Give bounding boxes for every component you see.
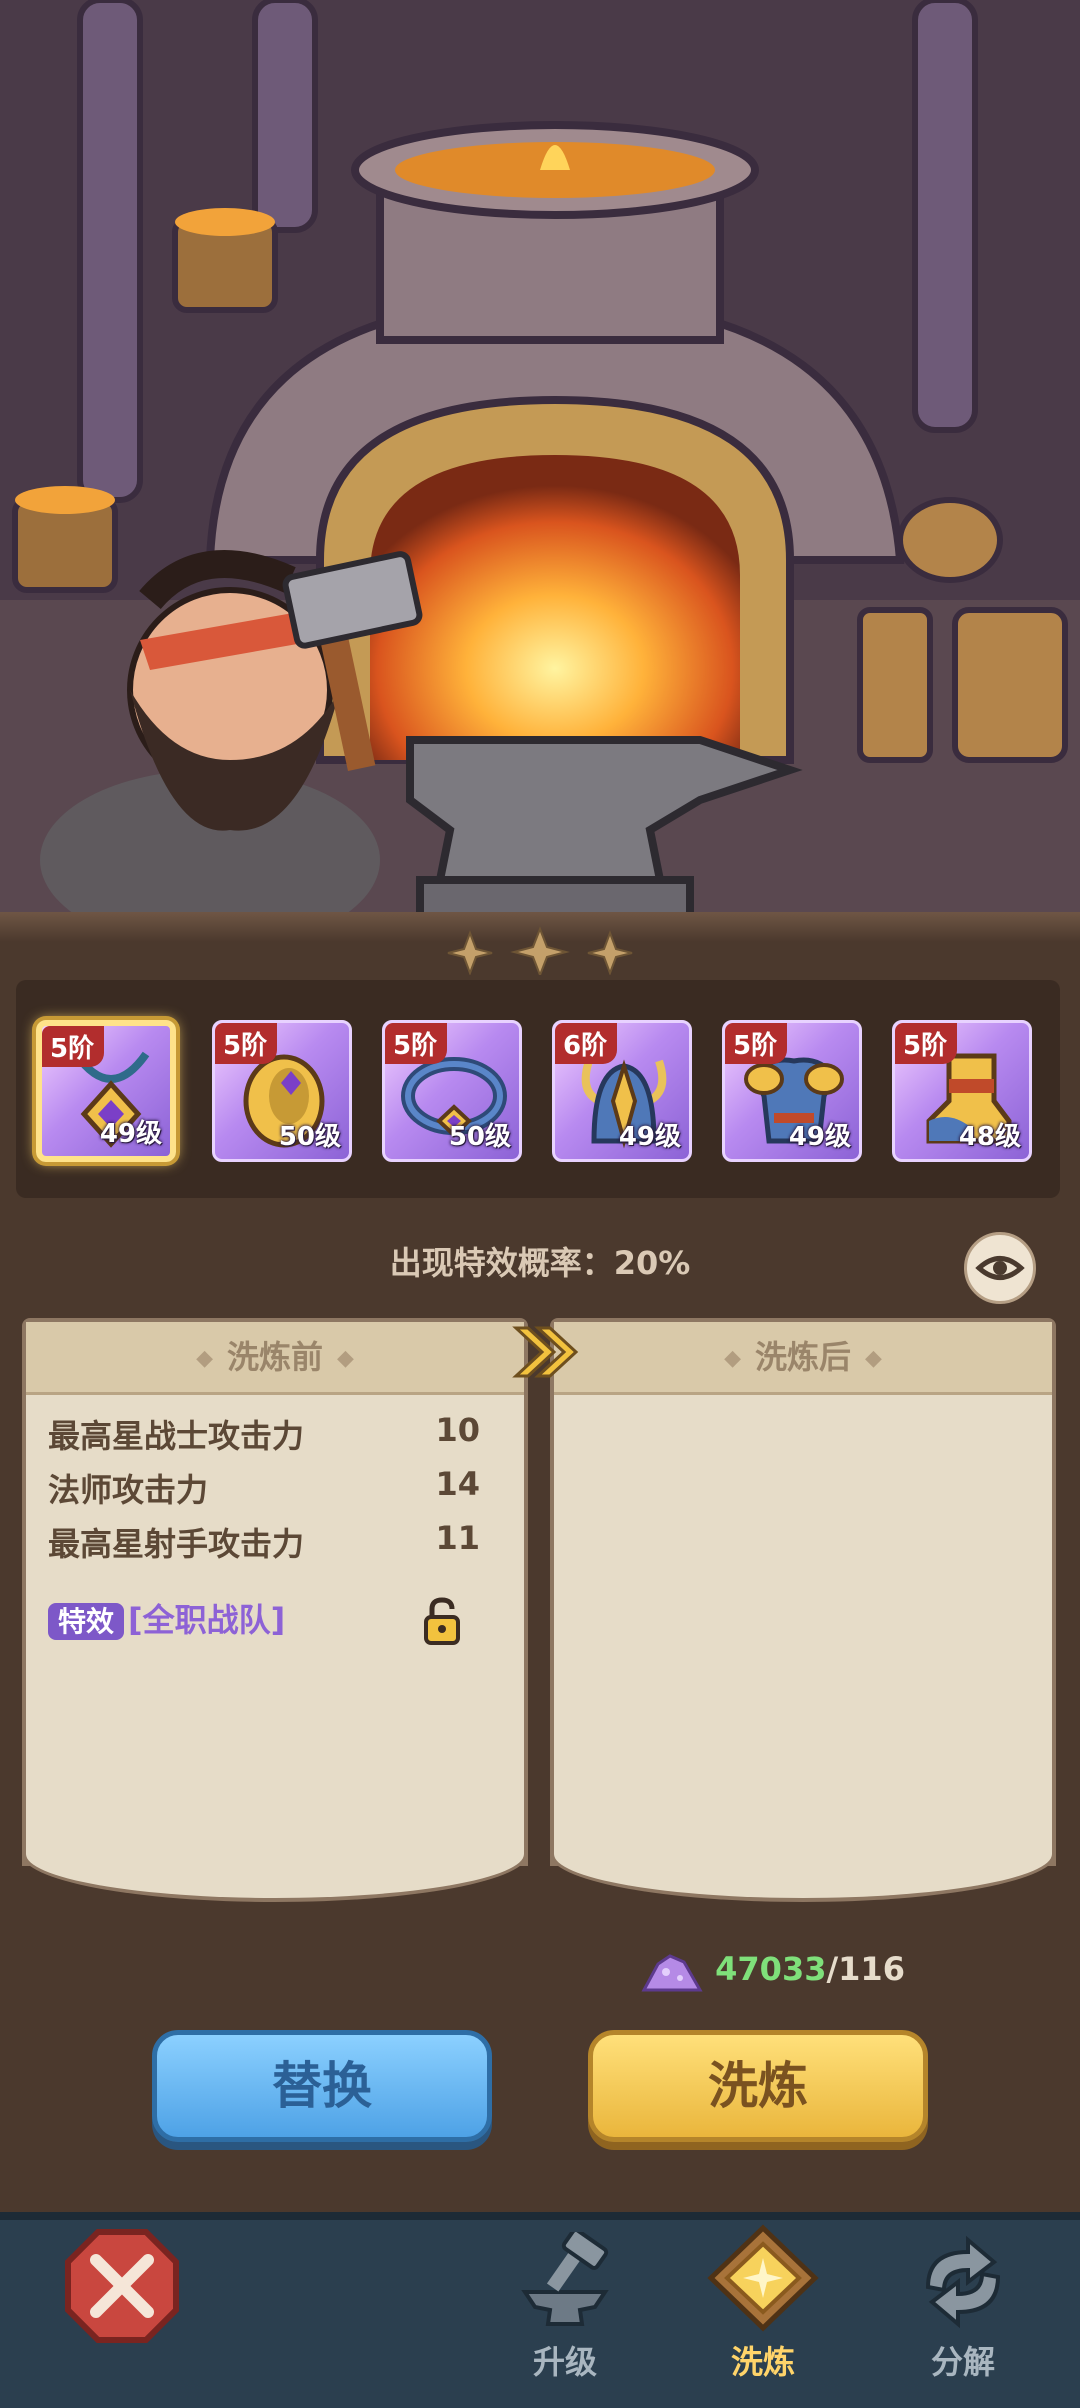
nav-tab-refine[interactable]: 洗炼 (688, 2220, 838, 2395)
tier-badge: 6阶 (555, 1023, 618, 1064)
equipment-slot-armor[interactable]: 5阶 49级 (722, 1020, 862, 1162)
replace-button[interactable]: 替换 (152, 2030, 492, 2142)
stat-row: 最高星战士攻击力 10 (26, 1411, 524, 1465)
eye-icon (975, 1256, 1025, 1280)
special-effect-row: 特效 [全职战队] (26, 1595, 524, 1645)
nav-label-upgrade: 升级 (532, 2343, 597, 2381)
nav-label-refine: 洗炼 (730, 2343, 795, 2381)
tier-badge: 5阶 (215, 1023, 278, 1064)
before-card: ◆ 洗炼前 ◆ 最高星战士攻击力 10 法师攻击力 14 最高星射手攻击力 11 特… (22, 1318, 528, 1902)
level-label: 49级 (788, 1122, 851, 1152)
tier-badge: 5阶 (42, 1026, 105, 1067)
after-card-header: ◆ 洗炼后 ◆ (554, 1322, 1052, 1395)
stat-value: 14 (435, 1465, 480, 1503)
anvil-hammer-icon (521, 2228, 609, 2326)
nav-tab-upgrade[interactable]: 升级 (490, 2220, 640, 2395)
crystal-dust-icon (641, 1954, 703, 1992)
refine-crystal-icon (707, 2224, 819, 2332)
nav-label-dismantle: 分解 (930, 2343, 995, 2381)
currency-owned: 47033 (715, 1950, 827, 1988)
stat-row: 最高星射手攻击力 11 (26, 1519, 524, 1573)
refine-button[interactable]: 洗炼 (588, 2030, 928, 2142)
effect-name: [全职战队] (128, 1601, 286, 1639)
equipment-slot-helmet[interactable]: 6阶 49级 (552, 1020, 692, 1162)
effect-probability: 出现特效概率：20% (389, 1244, 691, 1282)
tier-badge: 5阶 (725, 1023, 788, 1064)
level-label: 49级 (99, 1119, 162, 1149)
level-label: 49级 (618, 1122, 681, 1152)
stat-value: 11 (435, 1519, 480, 1557)
decorative-stars-icon (447, 926, 633, 975)
unlock-icon[interactable] (422, 1597, 462, 1645)
equipment-slot-ring[interactable]: 5阶 50级 (382, 1020, 522, 1162)
equipment-slot-gauntlet[interactable]: 5阶 50级 (212, 1020, 352, 1162)
effect-tag: 特效 (48, 1603, 125, 1640)
stat-name: 法师攻击力 (48, 1471, 209, 1509)
stat-row: 法师攻击力 14 (26, 1465, 524, 1519)
recycle-arrows-icon (925, 2235, 1001, 2329)
after-title: 洗炼后 (754, 1338, 851, 1376)
forge-illustration (0, 0, 1080, 920)
level-label: 50级 (448, 1122, 511, 1152)
nav-tab-dismantle[interactable]: 分解 (888, 2220, 1038, 2395)
stat-value: 10 (435, 1411, 480, 1449)
level-label: 50级 (278, 1122, 341, 1152)
after-card: ◆ 洗炼后 ◆ (550, 1318, 1056, 1902)
forge-scene (0, 0, 1080, 920)
refine-cost: 47033/116 (640, 1948, 905, 1994)
preview-eye-button[interactable] (964, 1232, 1036, 1304)
stat-name: 最高星射手攻击力 (48, 1525, 305, 1563)
currency-required: /116 (826, 1950, 905, 1988)
double-arrow-icon (512, 1326, 579, 1378)
close-forge-button[interactable] (64, 2228, 180, 2344)
before-title: 洗炼前 (226, 1338, 323, 1376)
before-card-header: ◆ 洗炼前 ◆ (26, 1322, 524, 1395)
tier-badge: 5阶 (895, 1023, 958, 1064)
equipment-slot-amulet[interactable]: 5阶 49级 (36, 1020, 176, 1162)
tier-badge: 5阶 (385, 1023, 448, 1064)
stat-name: 最高星战士攻击力 (48, 1417, 305, 1455)
level-label: 48级 (958, 1122, 1021, 1152)
equipment-slot-boots[interactable]: 5阶 48级 (892, 1020, 1032, 1162)
